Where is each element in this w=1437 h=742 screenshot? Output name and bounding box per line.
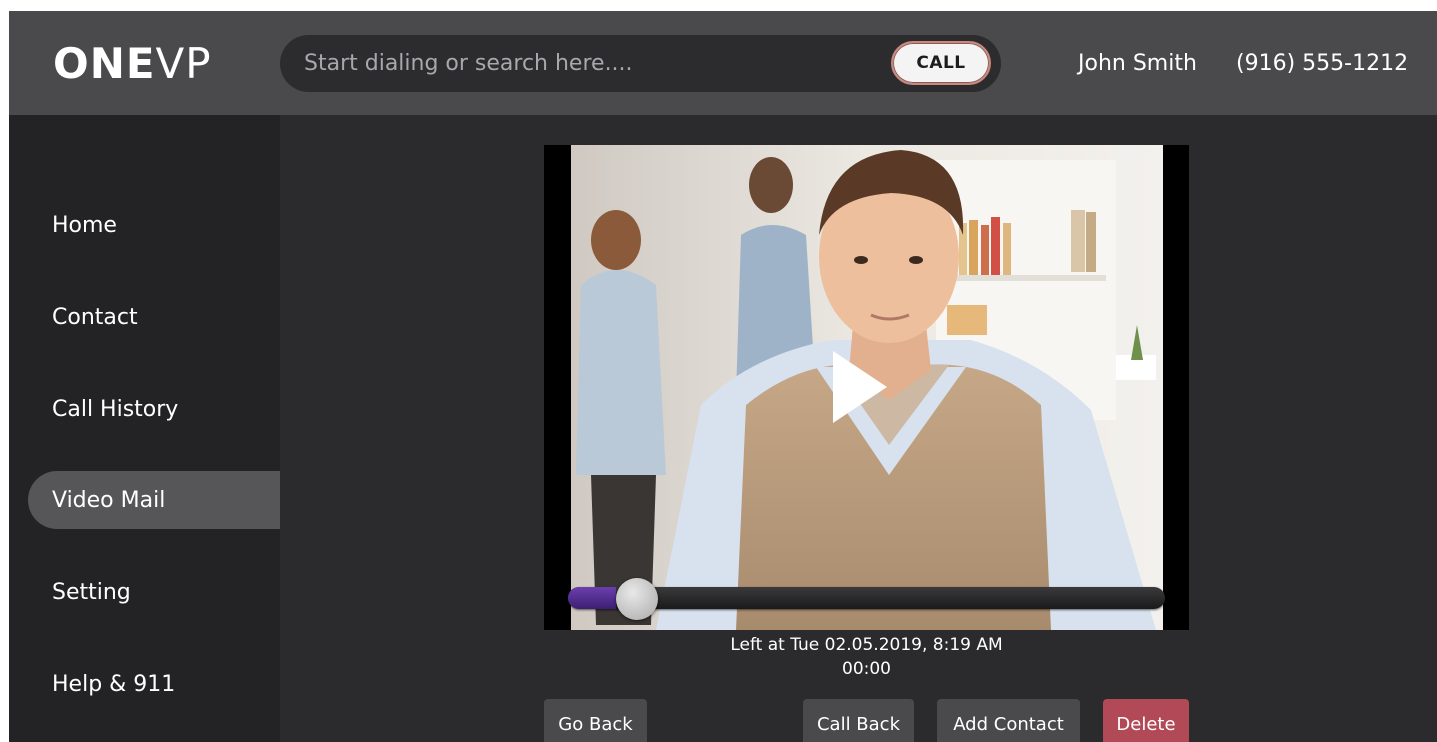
call-back-button[interactable]: Call Back: [803, 699, 914, 742]
progress-bar[interactable]: [568, 578, 1165, 620]
user-name: John Smith: [1078, 51, 1197, 76]
call-button[interactable]: CALL: [891, 41, 991, 85]
play-icon[interactable]: [831, 349, 889, 425]
sidebar-item-help-911[interactable]: Help & 911: [28, 655, 280, 713]
logo-light-text: VP: [155, 39, 212, 88]
progress-handle[interactable]: [615, 578, 658, 620]
user-phone: (916) 555-1212: [1236, 51, 1409, 76]
go-back-button[interactable]: Go Back: [544, 699, 647, 742]
elapsed-time: 00:00: [842, 659, 891, 679]
sidebar: Home Contact Call History Video Mail Set…: [9, 115, 280, 742]
search-bar: CALL: [280, 35, 1001, 92]
app-window: ONEVP CALL John Smith (916) 555-1212 Hom…: [9, 11, 1437, 742]
message-left-at: Left at Tue 02.05.2019, 8:19 AM: [730, 635, 1003, 655]
logo-bold-text: ONE: [53, 39, 156, 88]
sidebar-item-home[interactable]: Home: [28, 196, 280, 254]
add-contact-button[interactable]: Add Contact: [937, 699, 1080, 742]
search-input[interactable]: [304, 47, 874, 80]
video-player[interactable]: [544, 145, 1189, 630]
sidebar-item-call-history[interactable]: Call History: [28, 380, 280, 438]
sidebar-item-contact[interactable]: Contact: [28, 288, 280, 346]
onevp-logo: ONEVP: [53, 40, 212, 88]
header-bar: ONEVP CALL John Smith (916) 555-1212: [9, 11, 1437, 115]
sidebar-item-setting[interactable]: Setting: [28, 563, 280, 621]
delete-button[interactable]: Delete: [1103, 699, 1189, 742]
progress-fill: [568, 587, 616, 609]
sidebar-item-video-mail[interactable]: Video Mail: [28, 471, 280, 529]
